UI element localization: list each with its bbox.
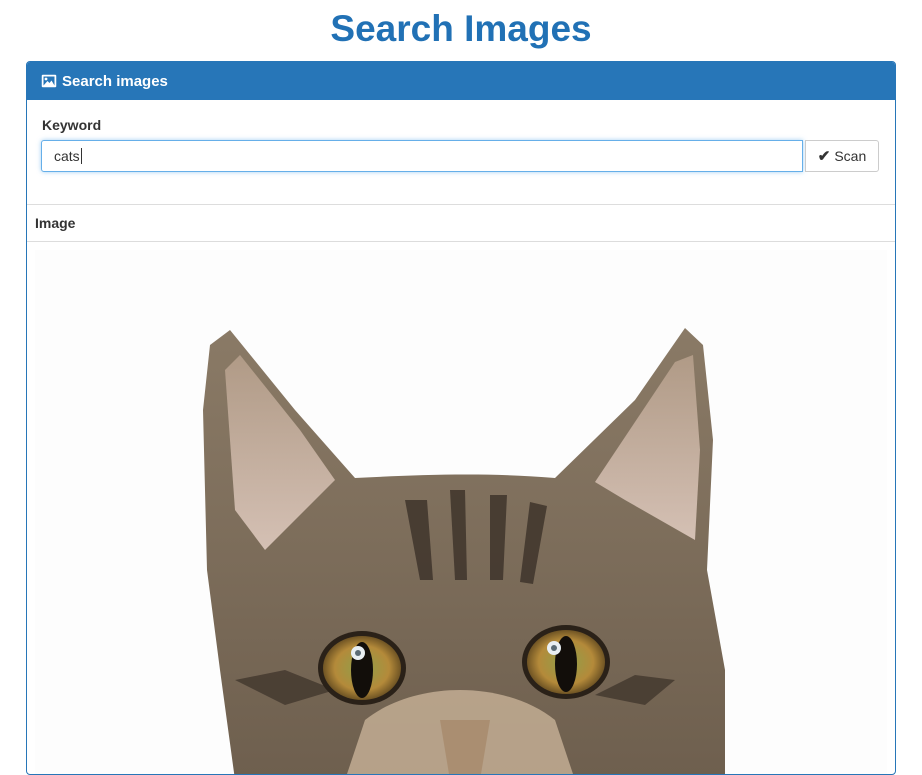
text-caret — [80, 148, 82, 164]
cat-image — [203, 328, 725, 774]
search-panel: Search images Keyword cats ✔ Scan Image — [26, 61, 896, 775]
image-column-header: Image — [27, 205, 895, 242]
scan-button[interactable]: ✔ Scan — [805, 140, 879, 172]
keyword-input-value: cats — [54, 148, 80, 164]
keyword-input[interactable]: cats — [41, 140, 803, 172]
page-title: Search Images — [330, 8, 592, 49]
keyword-label: Keyword — [42, 117, 102, 133]
panel-heading: Search images — [27, 62, 895, 100]
panel-heading-label: Search images — [62, 72, 168, 90]
check-icon: ✔ — [817, 148, 831, 165]
search-form: Keyword cats ✔ Scan — [27, 100, 895, 205]
scan-button-label: Scan — [834, 148, 867, 164]
image-icon — [41, 74, 57, 88]
result-image — [35, 250, 887, 774]
